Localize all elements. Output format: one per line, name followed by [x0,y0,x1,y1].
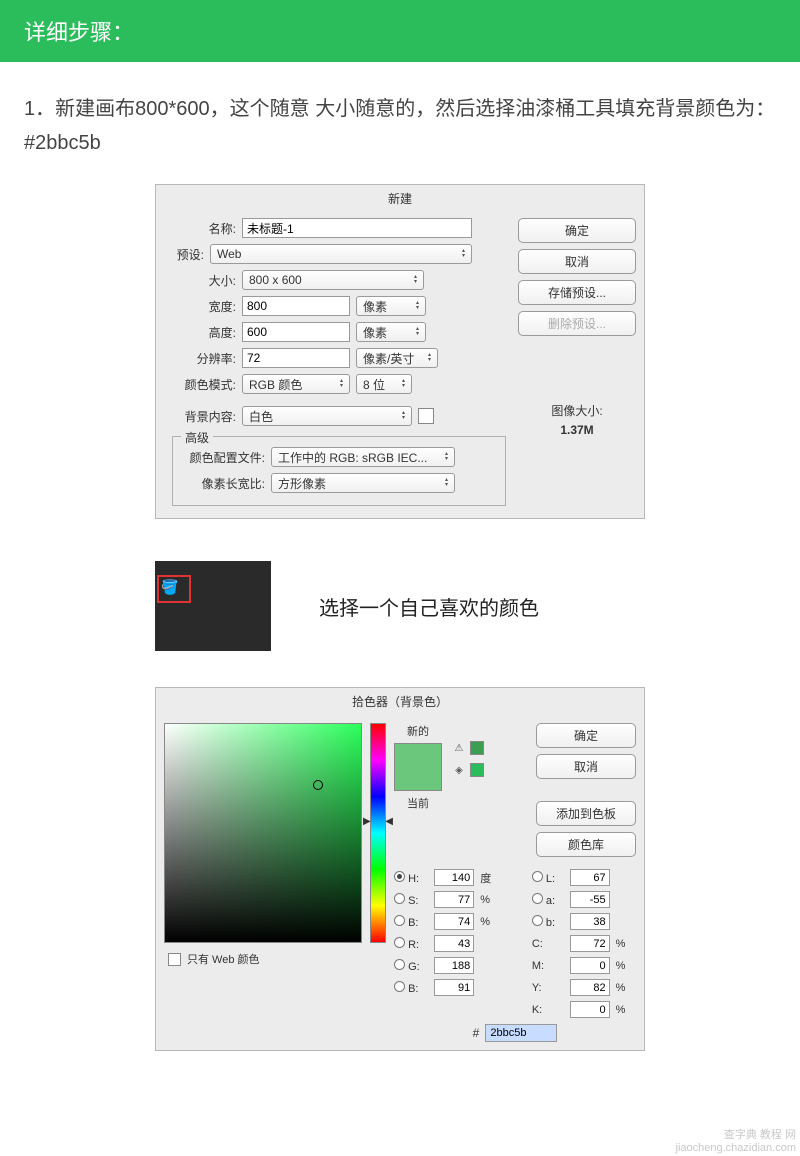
new-color-label: 新的 [407,723,429,739]
label-height: 高度: [164,324,242,341]
m-input[interactable] [570,957,610,974]
aspect-select[interactable]: 方形像素 [271,473,455,493]
cp-cancel-button[interactable]: 取消 [536,754,636,779]
tool-snippet: 🪣 选择一个自己喜欢的颜色 [155,561,645,651]
height-unit-select[interactable]: 像素 [356,322,426,342]
a-input[interactable] [570,891,610,908]
hue-handle-right-icon: ◀ [385,816,393,827]
websafe-swatch[interactable] [470,763,484,777]
intro-paragraph: 1．新建画布800*600，这个随意 大小随意的，然后选择油漆桶工具填充背景颜色… [0,62,800,184]
res-input[interactable] [242,348,350,368]
cp-ok-button[interactable]: 确定 [536,723,636,748]
delete-preset-button[interactable]: 删除预设... [518,311,636,336]
profile-select[interactable]: 工作中的 RGB: sRGB IEC... [271,447,455,467]
paint-bucket-icon: 🪣 [161,579,178,596]
radio-r[interactable] [394,937,405,948]
cp-title: 拾色器（背景色） [156,688,644,715]
cube-icon[interactable]: ◈ [452,763,466,777]
height-input[interactable] [242,322,350,342]
label-mode: 颜色模式: [164,376,242,393]
label-res: 分辨率: [164,350,242,367]
save-preset-button[interactable]: 存储预设... [518,280,636,305]
l-input[interactable] [570,869,610,886]
radio-l[interactable] [532,871,543,882]
web-only-checkbox[interactable] [168,953,181,966]
radio-lab-b[interactable] [532,915,543,926]
page-header: 详细步骤： [0,0,800,62]
cancel-button[interactable]: 取消 [518,249,636,274]
hue-handle-left-icon: ▶ [363,816,371,827]
advanced-fieldset: 高级 颜色配置文件: 工作中的 RGB: sRGB IEC... 像素长宽比: … [172,436,506,506]
label-name: 名称: [164,220,242,237]
color-cursor[interactable] [313,780,323,790]
hex-input[interactable] [485,1024,557,1042]
image-size-label: 图像大小: [518,402,636,419]
c-input[interactable] [570,935,610,952]
g-input[interactable] [434,957,474,974]
page-title: 详细步骤： [24,20,134,45]
radio-bb[interactable] [394,981,405,992]
c-label: C: [532,938,566,950]
res-unit-select[interactable]: 像素/英寸 [356,348,438,368]
deg-unit: 度 [480,870,502,886]
label-profile: 颜色配置文件: [179,449,271,466]
hue-slider[interactable]: ▶ ◀ [370,723,386,943]
bit-select[interactable]: 8 位 [356,374,412,394]
add-swatch-button[interactable]: 添加到色板 [536,801,636,826]
web-only-label: 只有 Web 颜色 [187,951,260,967]
h-input[interactable] [434,869,474,886]
advanced-legend: 高级 [181,429,213,446]
radio-g[interactable] [394,959,405,970]
label-bg: 背景内容: [164,408,242,425]
current-color-label: 当前 [407,795,429,811]
y-input[interactable] [570,979,610,996]
b-input[interactable] [434,913,474,930]
new-color-swatch[interactable] [394,743,442,791]
watermark: 查字典 教程 网 jiaocheng.chazidian.com [676,1126,796,1154]
toolbar-thumbnail: 🪣 [155,561,271,651]
s-input[interactable] [434,891,474,908]
mode-select[interactable]: RGB 颜色 [242,374,350,394]
gamut-swatch[interactable] [470,741,484,755]
k-input[interactable] [570,1001,610,1018]
name-input[interactable] [242,218,472,238]
radio-a[interactable] [532,893,543,904]
label-aspect: 像素长宽比: [179,475,271,492]
lab-b-input[interactable] [570,913,610,930]
label-preset: 预设: [164,246,210,263]
image-size-value: 1.37M [518,423,636,437]
k-label: K: [532,1004,566,1016]
tool-caption: 选择一个自己喜欢的颜色 [319,592,539,621]
new-document-dialog: 新建 名称: 预设: Web 大小: 800 x 600 宽度: 像素 高度: [155,184,645,519]
color-field[interactable] [164,723,362,943]
color-lib-button[interactable]: 颜色库 [536,832,636,857]
hash-label: # [473,1026,480,1040]
size-select[interactable]: 800 x 600 [242,270,424,290]
label-size: 大小: [164,272,242,289]
m-label: M: [532,960,566,972]
width-input[interactable] [242,296,350,316]
preset-select[interactable]: Web [210,244,472,264]
y-label: Y: [532,982,566,994]
bg-swatch[interactable] [418,408,434,424]
radio-s[interactable] [394,893,405,904]
dialog-title: 新建 [156,185,644,212]
gamut-warning-icon[interactable]: ⚠ [452,741,466,755]
bg-select[interactable]: 白色 [242,406,412,426]
width-unit-select[interactable]: 像素 [356,296,426,316]
color-picker-dialog: 拾色器（背景色） 只有 Web 颜色 ▶ ◀ 新的 当前 [155,687,645,1051]
radio-b[interactable] [394,915,405,926]
r-input[interactable] [434,935,474,952]
bb-input[interactable] [434,979,474,996]
color-values-grid: H: 度 L: S: % a: B: % b: [394,869,636,1018]
label-width: 宽度: [164,298,242,315]
radio-h[interactable] [394,871,405,882]
ok-button[interactable]: 确定 [518,218,636,243]
